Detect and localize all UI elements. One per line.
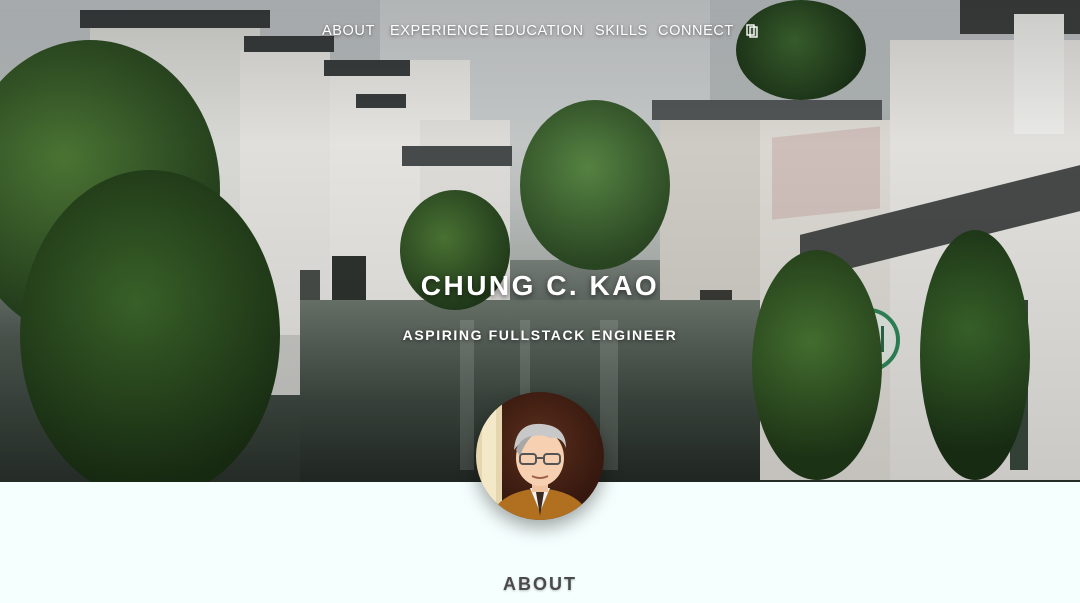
document-icon[interactable] (746, 24, 758, 38)
nav-link-skills[interactable]: SKILLS (595, 20, 648, 42)
nav-link-experience[interactable]: EXPERIENCE (390, 20, 489, 42)
about-heading: ABOUT (503, 574, 577, 594)
hero-tagline: ASPIRING FULLSTACK ENGINEER (402, 327, 678, 343)
nav-link-about[interactable]: ABOUT (322, 20, 375, 42)
avatar-illustration (476, 392, 590, 520)
profile-avatar (476, 392, 604, 520)
hero-name: CHUNG C. KAO (420, 270, 660, 301)
top-nav: ABOUT EXPERIENCE EDUCATION SKILLS CONNEC… (0, 20, 1080, 44)
nav-link-connect[interactable]: CONNECT (658, 20, 734, 42)
nav-link-education[interactable]: EDUCATION (494, 20, 584, 42)
